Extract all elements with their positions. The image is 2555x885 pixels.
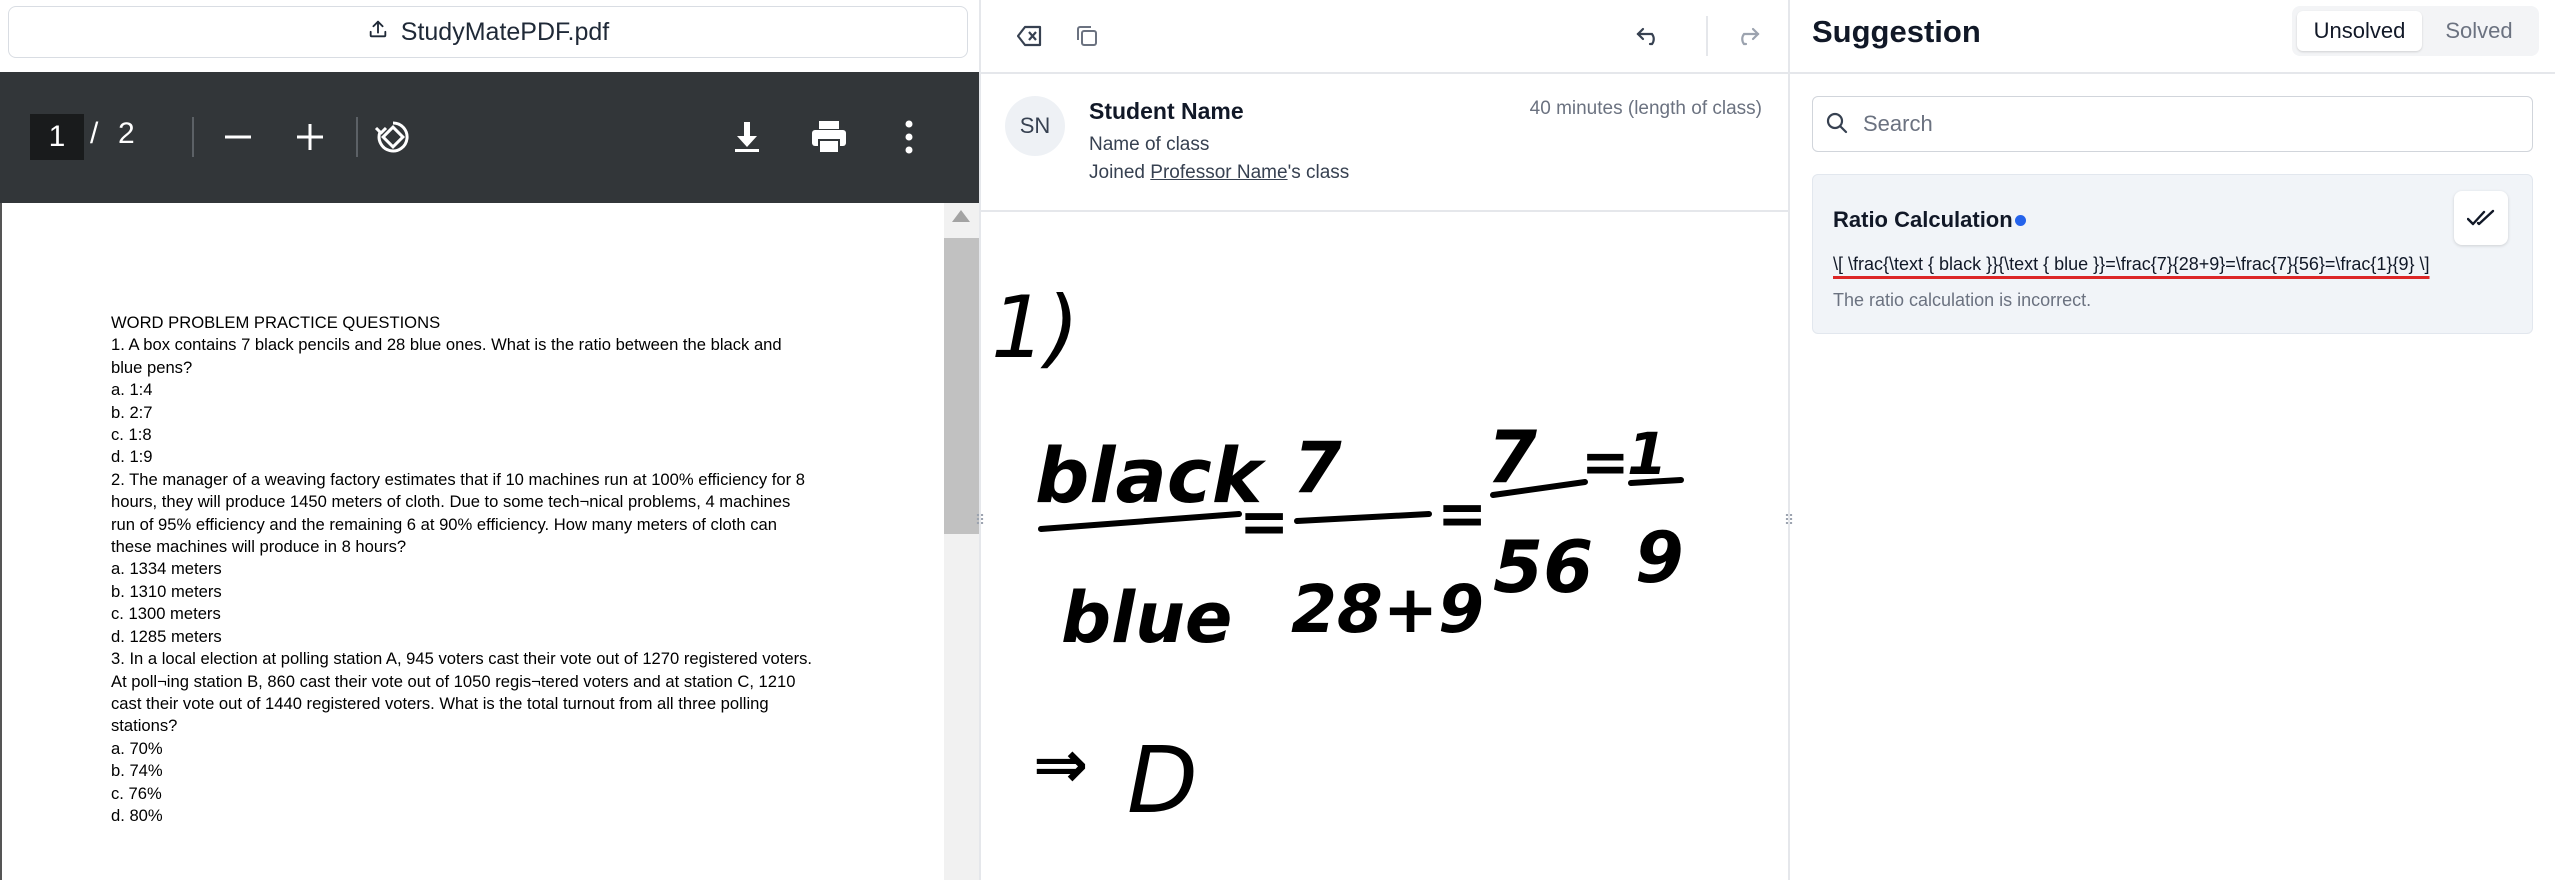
pdf-scrollbar-thumb[interactable] xyxy=(944,238,979,534)
tab-solved[interactable]: Solved xyxy=(2424,11,2534,51)
pdf-line: stations? xyxy=(111,716,178,736)
pdf-line: c. 1:8 xyxy=(111,425,152,445)
card-title: Ratio Calculation xyxy=(1833,207,2013,232)
pdf-line: d. 1285 meters xyxy=(111,626,222,646)
student-name: Student Name xyxy=(1089,98,1244,124)
pdf-viewer-panel: StudyMatePDF.pdf 1 / 2 WORD PROBLEM PRAC… xyxy=(0,0,979,880)
suggestion-card[interactable]: Ratio Calculation \[ \frac{\text { black… xyxy=(1812,174,2533,334)
more-options-icon[interactable] xyxy=(884,112,934,162)
page-number-input[interactable]: 1 xyxy=(30,114,84,160)
pdf-line: b. 1310 meters xyxy=(111,581,222,601)
pdf-line: d. 1:9 xyxy=(111,447,153,467)
numerator-2: 7 xyxy=(1487,415,1537,499)
class-name: Name of class xyxy=(1089,134,1210,155)
unread-dot-icon xyxy=(2015,215,2026,226)
pdf-line: a. 1:4 xyxy=(111,380,153,400)
denominator-word: blue xyxy=(1061,577,1232,659)
pdf-line: blue pens? xyxy=(111,357,193,377)
print-icon[interactable] xyxy=(804,112,854,162)
student-work-panel: SN Student Name Name of class Joined Pro… xyxy=(981,0,1788,880)
page-total: 2 xyxy=(118,117,135,150)
pdf-line: 3. In a local election at polling statio… xyxy=(111,649,813,669)
download-icon[interactable] xyxy=(722,112,772,162)
pdf-line: a. 70% xyxy=(111,738,163,758)
fraction-bar xyxy=(1628,477,1684,486)
answer-arrow: ⇒ xyxy=(1033,726,1088,803)
upload-icon xyxy=(367,18,389,47)
pdf-line: hours, they will produce 1450 meters of … xyxy=(111,492,791,512)
header-divider xyxy=(1790,72,2555,74)
rotate-icon[interactable] xyxy=(368,112,418,162)
professor-link[interactable]: Professor Name xyxy=(1150,162,1287,183)
denominator-2: 56 xyxy=(1493,525,1593,609)
scroll-up-arrow-icon[interactable] xyxy=(952,210,970,222)
denominator-1: 28+9 xyxy=(1291,571,1484,648)
zoom-in-icon[interactable] xyxy=(285,112,335,162)
search-box xyxy=(1812,96,2533,152)
toolbar-divider xyxy=(1706,16,1708,56)
card-description: The ratio calculation is incorrect. xyxy=(1833,290,2092,310)
handwriting-canvas[interactable]: 1) black blue = 7 28+9 = 7 56 = 1 9 ⇒ D xyxy=(981,212,1788,880)
pdf-line: a. 1334 meters xyxy=(111,559,222,579)
file-name: StudyMatePDF.pdf xyxy=(400,17,610,46)
toolbar-divider xyxy=(356,117,358,157)
avatar: SN xyxy=(1005,96,1065,156)
page-separator: / xyxy=(90,117,99,150)
double-check-icon xyxy=(2467,209,2495,226)
pdf-line: run of 95% efficiency and the remaining … xyxy=(111,514,777,534)
search-input[interactable] xyxy=(1861,105,2515,143)
numerator-3: 1 xyxy=(1627,420,1667,488)
denominator-3: 9 xyxy=(1635,517,1684,599)
copy-icon[interactable] xyxy=(1065,14,1109,58)
equals-sign: = xyxy=(1239,487,1289,557)
pdf-line: b. 2:7 xyxy=(111,402,153,422)
tab-unsolved[interactable]: Unsolved xyxy=(2297,11,2422,51)
equals-sign: = xyxy=(1581,428,1630,496)
numerator-1: 7 xyxy=(1293,427,1342,509)
mark-solved-button[interactable] xyxy=(2454,191,2508,245)
numerator-word: black xyxy=(1035,431,1267,520)
joined-text: Joined Professor Name's class xyxy=(1089,162,1350,183)
redo-icon[interactable] xyxy=(1725,14,1769,58)
pdf-line: At poll¬ing station B, 860 cast their vo… xyxy=(111,671,796,691)
question-number: 1) xyxy=(991,278,1079,378)
equals-sign: = xyxy=(1437,479,1487,549)
pdf-line: cast their vote out of 1440 registered v… xyxy=(111,693,769,713)
answer-letter: D xyxy=(1127,727,1198,834)
zoom-out-icon[interactable] xyxy=(213,112,263,162)
class-duration: 40 minutes (length of class) xyxy=(1529,98,1762,119)
pdf-line: these machines will produce in 8 hours? xyxy=(111,537,407,557)
handwriting-drawing: 1) black blue = 7 28+9 = 7 56 = 1 9 ⇒ D xyxy=(991,278,1684,834)
pdf-line: 2. The manager of a weaving factory esti… xyxy=(111,469,805,489)
pdf-line: WORD PROBLEM PRACTICE QUESTIONS xyxy=(111,313,441,332)
toolbar-divider xyxy=(192,117,194,157)
pdf-line: b. 74% xyxy=(111,761,163,781)
canvas-toolbar xyxy=(981,0,1788,74)
status-toggle: Unsolved Solved xyxy=(2292,6,2539,56)
pdf-text-content: WORD PROBLEM PRACTICE QUESTIONS 1. A box… xyxy=(111,312,871,827)
file-upload-bar[interactable]: StudyMatePDF.pdf xyxy=(8,6,968,58)
pdf-line: 1. A box contains 7 black pencils and 28… xyxy=(111,335,782,355)
student-info: SN Student Name Name of class Joined Pro… xyxy=(981,74,1788,212)
pdf-line: c. 76% xyxy=(111,783,162,803)
undo-icon[interactable] xyxy=(1627,14,1671,58)
fraction-bar xyxy=(1294,511,1432,524)
panel-title: Suggestion xyxy=(1812,14,1981,49)
eraser-icon[interactable] xyxy=(1008,14,1052,58)
pdf-line: c. 1300 meters xyxy=(111,604,221,624)
card-formula: \[ \frac{\text { black }}{\text { blue }… xyxy=(1833,254,2430,274)
suggestion-panel: Suggestion Unsolved Solved Ratio Calcula… xyxy=(1790,0,2555,880)
search-icon xyxy=(1825,111,1849,140)
pdf-line: d. 80% xyxy=(111,805,163,825)
